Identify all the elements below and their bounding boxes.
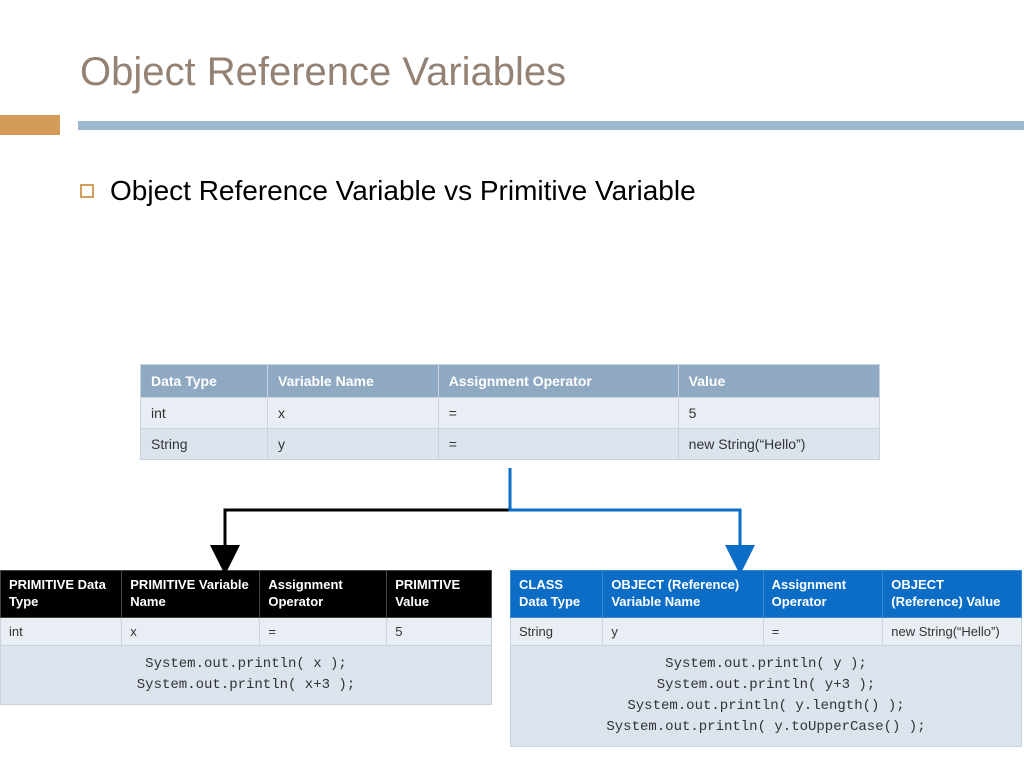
prim-code: System.out.println( x ); System.out.prin… (1, 645, 492, 704)
table-row: int x = 5 (141, 398, 880, 429)
top-th-0: Data Type (141, 365, 268, 398)
top-td: new String(“Hello”) (678, 429, 879, 460)
top-table: Data Type Variable Name Assignment Opera… (140, 364, 880, 460)
top-td: y (268, 429, 439, 460)
top-td: = (438, 429, 678, 460)
prim-th-1: PRIMITIVE Variable Name (122, 571, 260, 618)
table-row: int x = 5 (1, 617, 492, 645)
table-row: System.out.println( x ); System.out.prin… (1, 645, 492, 704)
prim-th-2: Assignment Operator (260, 571, 387, 618)
prim-td: = (260, 617, 387, 645)
table-row: String y = new String(“Hello”) (141, 429, 880, 460)
prim-th-0: PRIMITIVE Data Type (1, 571, 122, 618)
obj-th-2: Assignment Operator (763, 571, 883, 618)
top-td: 5 (678, 398, 879, 429)
obj-td: = (763, 617, 883, 645)
prim-th-3: PRIMITIVE Value (387, 571, 492, 618)
top-td: String (141, 429, 268, 460)
obj-td: String (511, 617, 603, 645)
object-table: CLASS Data Type OBJECT (Reference) Varia… (510, 570, 1022, 747)
bullet-row: Object Reference Variable vs Primitive V… (0, 135, 1024, 207)
bullet-text: Object Reference Variable vs Primitive V… (110, 175, 696, 207)
prim-td: x (122, 617, 260, 645)
prim-td: int (1, 617, 122, 645)
prim-td: 5 (387, 617, 492, 645)
arrow-left-icon (225, 468, 510, 560)
obj-td: new String(“Hello”) (883, 617, 1022, 645)
square-bullet-icon (80, 184, 94, 198)
obj-th-3: OBJECT (Reference) Value (883, 571, 1022, 618)
slide-title: Object Reference Variables (0, 0, 1024, 115)
primitive-table: PRIMITIVE Data Type PRIMITIVE Variable N… (0, 570, 492, 705)
obj-th-1: OBJECT (Reference) Variable Name (603, 571, 763, 618)
table-row: String y = new String(“Hello”) (511, 617, 1022, 645)
top-th-3: Value (678, 365, 879, 398)
obj-code: System.out.println( y ); System.out.prin… (511, 645, 1022, 746)
table-row: System.out.println( y ); System.out.prin… (511, 645, 1022, 746)
divider-orange (0, 115, 60, 135)
arrow-right-icon (510, 468, 740, 560)
divider-blue (78, 121, 1024, 130)
top-td: x (268, 398, 439, 429)
top-td: = (438, 398, 678, 429)
obj-td: y (603, 617, 763, 645)
obj-th-0: CLASS Data Type (511, 571, 603, 618)
top-th-2: Assignment Operator (438, 365, 678, 398)
top-th-1: Variable Name (268, 365, 439, 398)
divider-gap (60, 121, 78, 130)
divider (0, 115, 1024, 135)
top-td: int (141, 398, 268, 429)
